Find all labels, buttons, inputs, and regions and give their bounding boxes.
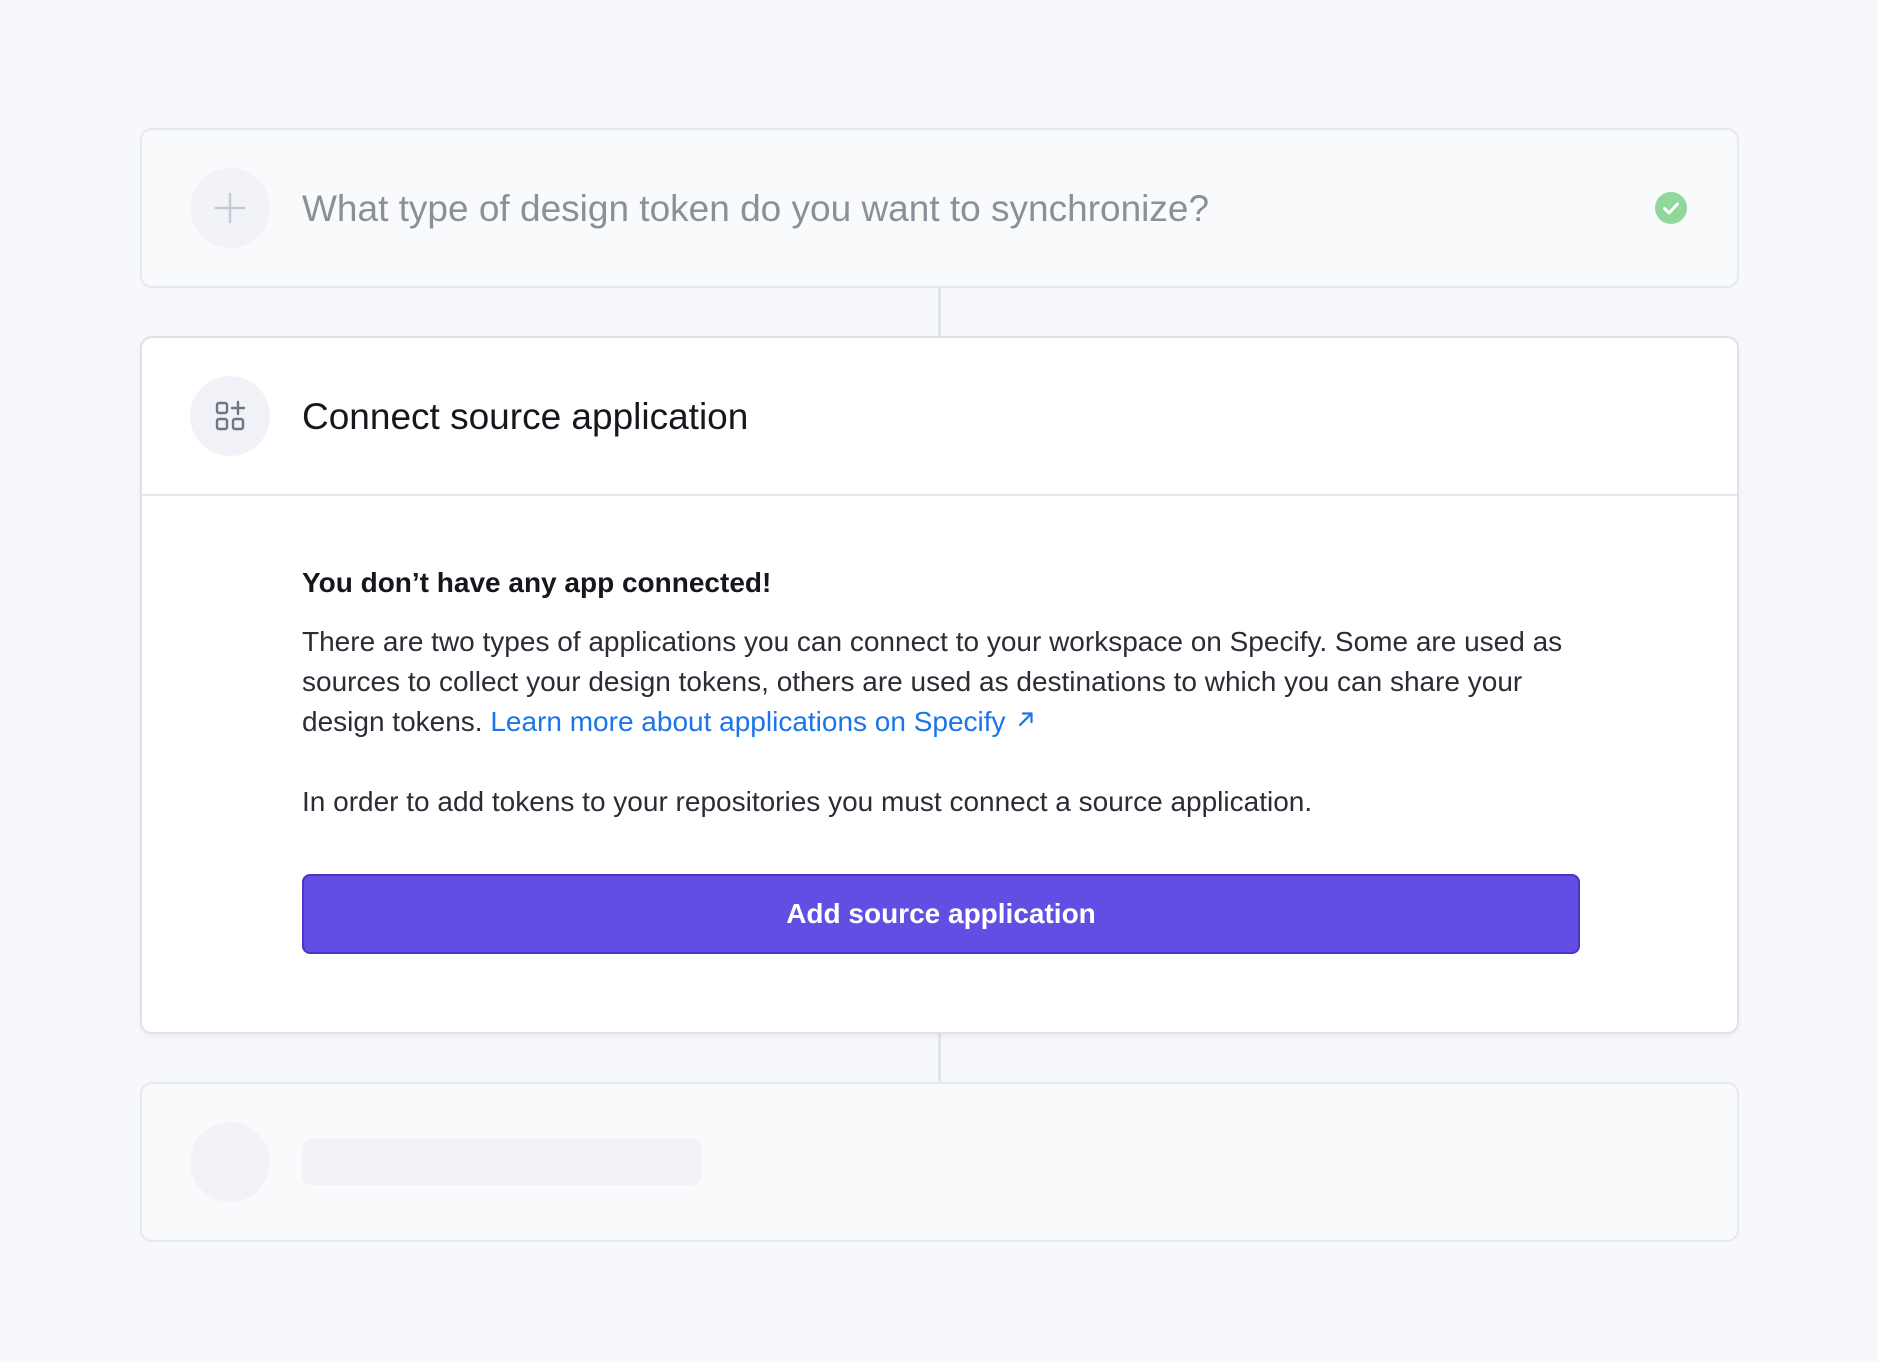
source-requirement-note: In order to add tokens to your repositor… (302, 785, 1313, 817)
step-body: You don’t have any app connected! There … (142, 496, 1737, 1032)
step-connector (938, 1033, 941, 1082)
skeleton-icon (190, 1121, 270, 1202)
empty-state-title: You don’t have any app connected! (302, 567, 772, 598)
step-title: What type of design token do you want to… (302, 187, 1210, 229)
step-title: Connect source application (302, 395, 749, 437)
add-source-application-button[interactable]: Add source application (302, 873, 1580, 954)
learn-more-label: Learn more about applications on Specify (490, 705, 1006, 737)
skeleton-title (302, 1138, 702, 1185)
check-circle-icon (1655, 192, 1687, 224)
setup-stepper: What type of design token do you want to… (140, 128, 1739, 1242)
empty-state-description: There are two types of applications you … (302, 622, 1577, 742)
step-header[interactable]: What type of design token do you want to… (142, 130, 1737, 286)
step-card-design-token-type[interactable]: What type of design token do you want to… (140, 128, 1739, 288)
learn-more-link[interactable]: Learn more about applications on Specify (490, 706, 1035, 737)
apps-add-icon (190, 376, 270, 456)
step-card-placeholder (140, 1081, 1739, 1242)
step-header: Connect source application (142, 338, 1737, 494)
step-connector (938, 288, 941, 336)
external-arrow-icon (1018, 711, 1033, 726)
step-card-connect-source: Connect source application You don’t hav… (140, 336, 1739, 1034)
step-header (142, 1084, 1737, 1240)
plus-icon (190, 168, 270, 248)
